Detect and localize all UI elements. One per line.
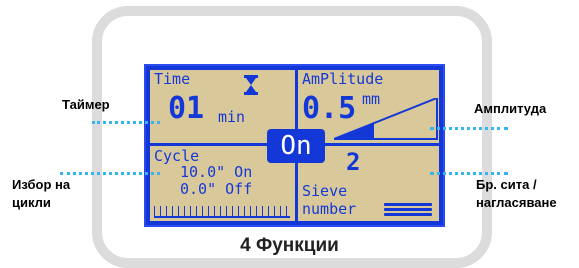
cycle-on: 10.0" On [180, 163, 253, 181]
amplitude-side-label: Амплитуда [474, 101, 547, 116]
sieve-count-side-label: Бр. сита / нагласяване [476, 176, 557, 211]
on-indicator: On [267, 129, 325, 163]
sieve-sub-label: number [302, 200, 357, 218]
sieve-label: Sieve [302, 182, 348, 200]
sieve-count-side-label-line1: Бр. сита / [476, 177, 537, 192]
amplitude-label: AmPlitude [302, 70, 384, 88]
time-value: 01 [168, 91, 205, 126]
cycle-pointer-line [60, 172, 160, 175]
amplitude-ramp-icon [334, 98, 438, 140]
sieve-stack-icon [384, 203, 432, 217]
sieve-pointer-line [430, 172, 508, 175]
on-indicator-text: On [280, 131, 312, 161]
cycle-ruler [154, 206, 290, 218]
amplitude-pointer-line [430, 127, 508, 130]
cycle-select-label: Избор на цикли [12, 176, 70, 211]
hourglass-icon [244, 75, 258, 95]
sieve-count-side-label-line2: нагласяване [476, 194, 557, 210]
cycle-select-label-line1: Избор на [12, 177, 71, 192]
cycle-off: 0.0" Off [180, 180, 253, 198]
cycle-select-label-line2: цикли [12, 194, 51, 210]
cycle-label: Cycle [154, 147, 200, 165]
sieve-count: 2 [346, 148, 361, 176]
time-label: Time [154, 70, 191, 88]
timer-pointer-line [92, 121, 160, 124]
caption: 4 Функции [240, 235, 339, 256]
timer-label: Таймер [62, 97, 110, 112]
time-unit: min [218, 108, 246, 126]
lcd-screen: Time 01 min AmPlitude 0.5 mm Cycle 10.0"… [146, 66, 443, 225]
